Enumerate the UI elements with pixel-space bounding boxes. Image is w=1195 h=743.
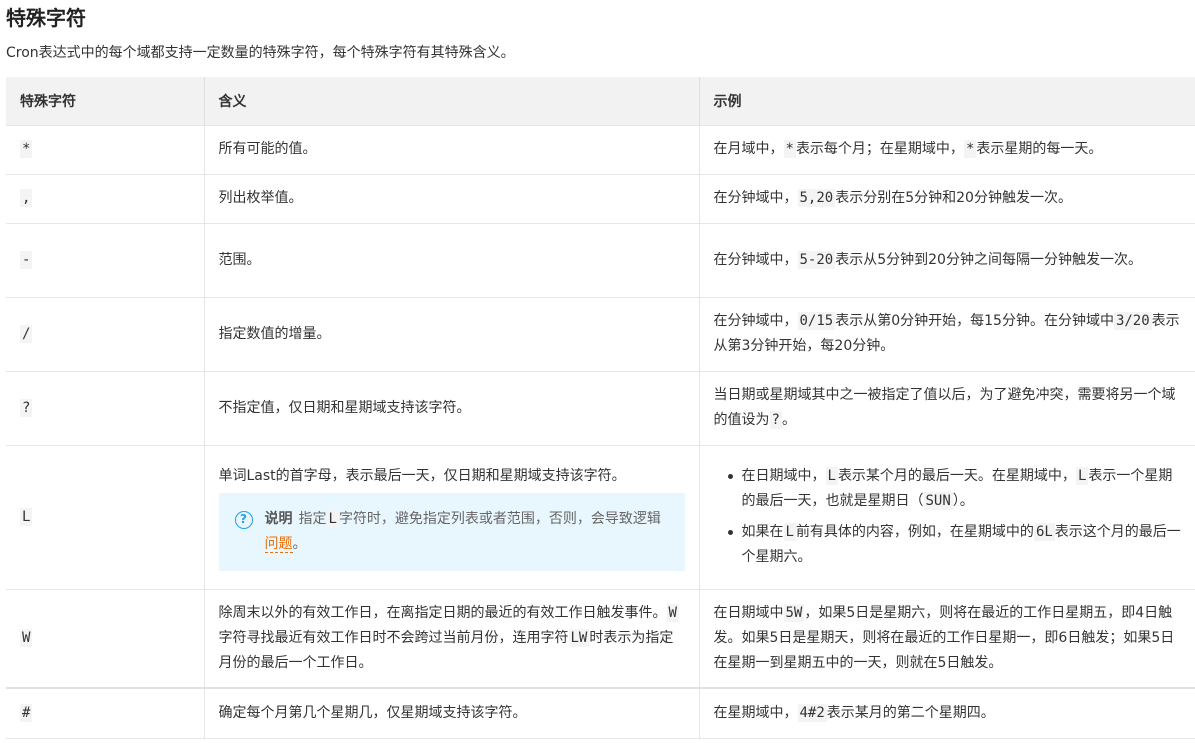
example-text: 在分钟域中， (713, 313, 798, 329)
example-text: 。 (781, 412, 796, 428)
inline-code: L (783, 523, 796, 541)
example-text: 表示从第0分钟开始，每15分钟。在分钟域中 (835, 313, 1114, 329)
table-row: * 所有可能的值。 在月域中， * 表示每个月；在星期域中， * 表示星期的每一天。 (6, 124, 1195, 174)
header-example: 示例 (699, 77, 1195, 125)
issue-link[interactable]: 问题 (264, 535, 293, 553)
meaning-text: 单词Last的首字母，表示最后一天，仅日期和星期域支持该字符。 (218, 467, 626, 484)
note-text: 。 (292, 535, 307, 552)
header-meaning: 含义 (204, 77, 700, 125)
example-text: 表示每个月；在星期域中， (795, 141, 964, 157)
example-text: 前有具体的内容，例如，在星期域中的 (795, 524, 1034, 540)
inline-code: L (326, 509, 339, 528)
example-cell: 在星期域中， 4#2 表示某月的第二个星期四。 (699, 687, 1195, 739)
header-special-char: 特殊字符 (6, 77, 205, 125)
example-text: 表示星期的每一天。 (976, 141, 1103, 157)
inline-code: * (963, 140, 977, 158)
char-code: , (20, 189, 33, 207)
meaning-cell: 除周末以外的有效工作日，在离指定日期的最近的有效工作日触发事件。 W 字符寻找最近有… (204, 588, 700, 688)
char-cell: ? (6, 370, 205, 445)
special-characters-table: 特殊字符 含义 示例 * 所有可能的值。 在月域中， * 表示每个月；在星期域中， *… (6, 77, 1195, 739)
example-text: 表示某月的第二个星期四。 (826, 704, 995, 721)
inline-code: L (1075, 467, 1089, 485)
meaning-text: 除周末以外的有效工作日，在离指定日期的最近的有效工作日触发事件。 (218, 604, 667, 621)
inline-code: 3/20 (1113, 312, 1152, 330)
table-row: L 单词Last的首字母，表示最后一天，仅日期和星期域支持该字符。 ? 说明 指定… (6, 444, 1195, 589)
example-text: 在分钟域中， (713, 190, 798, 206)
meaning-text: 字符寻找最近有效工作日时不会跨过当前月份，连用字符 (218, 629, 569, 646)
table-row: W 除周末以外的有效工作日，在离指定日期的最近的有效工作日触发事件。 W字符寻找最… (6, 588, 1195, 688)
example-cell: 在日期域中， L 表示某个月的最后一天。在星期域中， L 表示一个星期的最后一天，也就是… (699, 444, 1195, 589)
example-cell: 在分钟域中， 5,20 表示分别在5分钟和20分钟触发一次。 (699, 173, 1195, 223)
inline-code: W (666, 603, 679, 622)
table-row: # 确定每个月第几个星期几，仅星期域支持该字符。 在星期域中， 4#2 表示某月的第… (6, 687, 1195, 739)
meaning-cell: 指定数值的增量。 (204, 296, 700, 371)
meaning-cell: 不指定值，仅日期和星期域支持该字符。 (204, 370, 700, 445)
intro-text: Cron表达式中的每个域都支持一定数量的特殊字符，每个特殊字符有其特殊含义。 (6, 45, 515, 61)
meaning-cell: 所有可能的值。 (204, 124, 700, 174)
inline-code: 5W (783, 603, 805, 622)
inline-code: LW (568, 628, 590, 647)
char-code: L (20, 507, 33, 526)
inline-code: 0/15 (797, 312, 836, 330)
example-cell: 在分钟域中， 5-20 表示从5分钟到20分钟之间每隔一分钟触发一次。 (699, 222, 1195, 297)
table-row: ? 不指定值，仅日期和星期域支持该字符。 当日期或星期域其中之一被指定了值以后，… (6, 370, 1195, 445)
inline-code: * (783, 140, 796, 158)
example-text: 表示某个月的最后一天。在星期域中， (837, 468, 1076, 484)
meaning-cell: 单词Last的首字母，表示最后一天，仅日期和星期域支持该字符。 ? 说明 指定 L 字… (204, 444, 700, 589)
list-item: 如果在 L 前有具体的内容，例如，在星期域中的 6L 表示这个月的最后一个星期六。 (727, 520, 1182, 570)
note-box: ? 说明 指定 L 字符时，避免指定列表或者范围，否则，会导致逻辑问题。 (218, 492, 685, 571)
char-cell: L (6, 444, 205, 589)
char-cell: # (6, 687, 205, 739)
example-text: 表示从5分钟到20分钟之间每隔一分钟触发一次。 (835, 251, 1142, 268)
example-text: 在星期域中， (713, 704, 798, 721)
inline-code: SUN (923, 492, 953, 510)
note-content: 说明 指定 L 字符时，避免指定列表或者范围，否则，会导致逻辑问题。 (264, 507, 669, 557)
table-header-row: 特殊字符 含义 示例 (6, 77, 1195, 125)
note-text: 字符时，避免指定列表或者范围，否则，会导致逻辑 (338, 510, 661, 527)
question-circle-icon: ? (234, 510, 253, 529)
char-code: W (20, 628, 33, 647)
meaning-cell: 范围。 (204, 222, 700, 297)
inline-code: 5-20 (797, 250, 836, 269)
list-item: 在日期域中， L 表示某个月的最后一天。在星期域中， L 表示一个星期的最后一天，也就是… (727, 464, 1182, 514)
example-text: ）。 (952, 493, 974, 509)
meaning-cell: 确定每个月第几个星期几，仅星期域支持该字符。 (204, 687, 700, 739)
example-text: 表示分别在5分钟和20分钟触发一次。 (835, 190, 1072, 206)
example-list: 在日期域中， L 表示某个月的最后一天。在星期域中， L 表示一个星期的最后一天，也就是… (714, 464, 1182, 570)
example-cell: 在月域中， * 表示每个月；在星期域中， * 表示星期的每一天。 (699, 124, 1195, 174)
page-title: 特殊字符 (6, 6, 86, 30)
table-row: / 指定数值的增量。 在分钟域中， 0/15 表示从第0分钟开始，每15分钟。在分钟… (6, 296, 1195, 371)
char-code: / (20, 324, 33, 343)
inline-code: ? (769, 411, 782, 429)
meaning-cell: 列出枚举值。 (204, 173, 700, 223)
example-text: 如果在 (741, 524, 784, 540)
example-cell: 在分钟域中， 0/15 表示从第0分钟开始，每15分钟。在分钟域中 3/20 表示从第3… (699, 296, 1195, 371)
example-cell: 当日期或星期域其中之一被指定了值以后，为了避免冲突，需要将另一个域的值设为?。 (699, 370, 1195, 445)
char-code: # (20, 703, 33, 722)
char-cell: - (6, 222, 205, 297)
example-text: 在分钟域中， (713, 251, 798, 268)
note-text: 指定 (298, 510, 327, 527)
inline-code: 5,20 (797, 189, 836, 207)
example-text: 在日期域中， (741, 468, 826, 484)
char-code: * (20, 140, 33, 158)
table-row: , 列出枚举值。 在分钟域中， 5,20 表示分别在5分钟和20分钟触发一次。 (6, 173, 1195, 223)
example-text: 在月域中， (713, 141, 784, 157)
note-label: 说明 (264, 510, 293, 527)
inline-code: 6L (1033, 523, 1055, 541)
char-cell: / (6, 296, 205, 371)
inline-code: L (825, 467, 838, 485)
char-cell: , (6, 173, 205, 223)
char-cell: W (6, 588, 205, 688)
char-code: - (20, 250, 33, 269)
char-code: ? (20, 398, 33, 417)
example-cell: 在日期域中 5W ，如果5日是星期六，则将在最近的工作日星期五，即4日触发。如果5日… (699, 588, 1195, 688)
example-text: 在日期域中 (713, 604, 784, 621)
table-row: - 范围。 在分钟域中， 5-20 表示从5分钟到20分钟之间每隔一分钟触发一次。 (6, 222, 1195, 297)
inline-code: 4#2 (797, 703, 827, 722)
char-cell: * (6, 124, 205, 174)
